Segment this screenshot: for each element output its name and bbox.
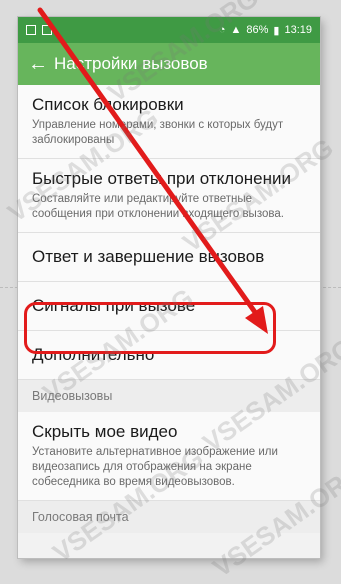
pointer-arrow <box>37 7 268 334</box>
